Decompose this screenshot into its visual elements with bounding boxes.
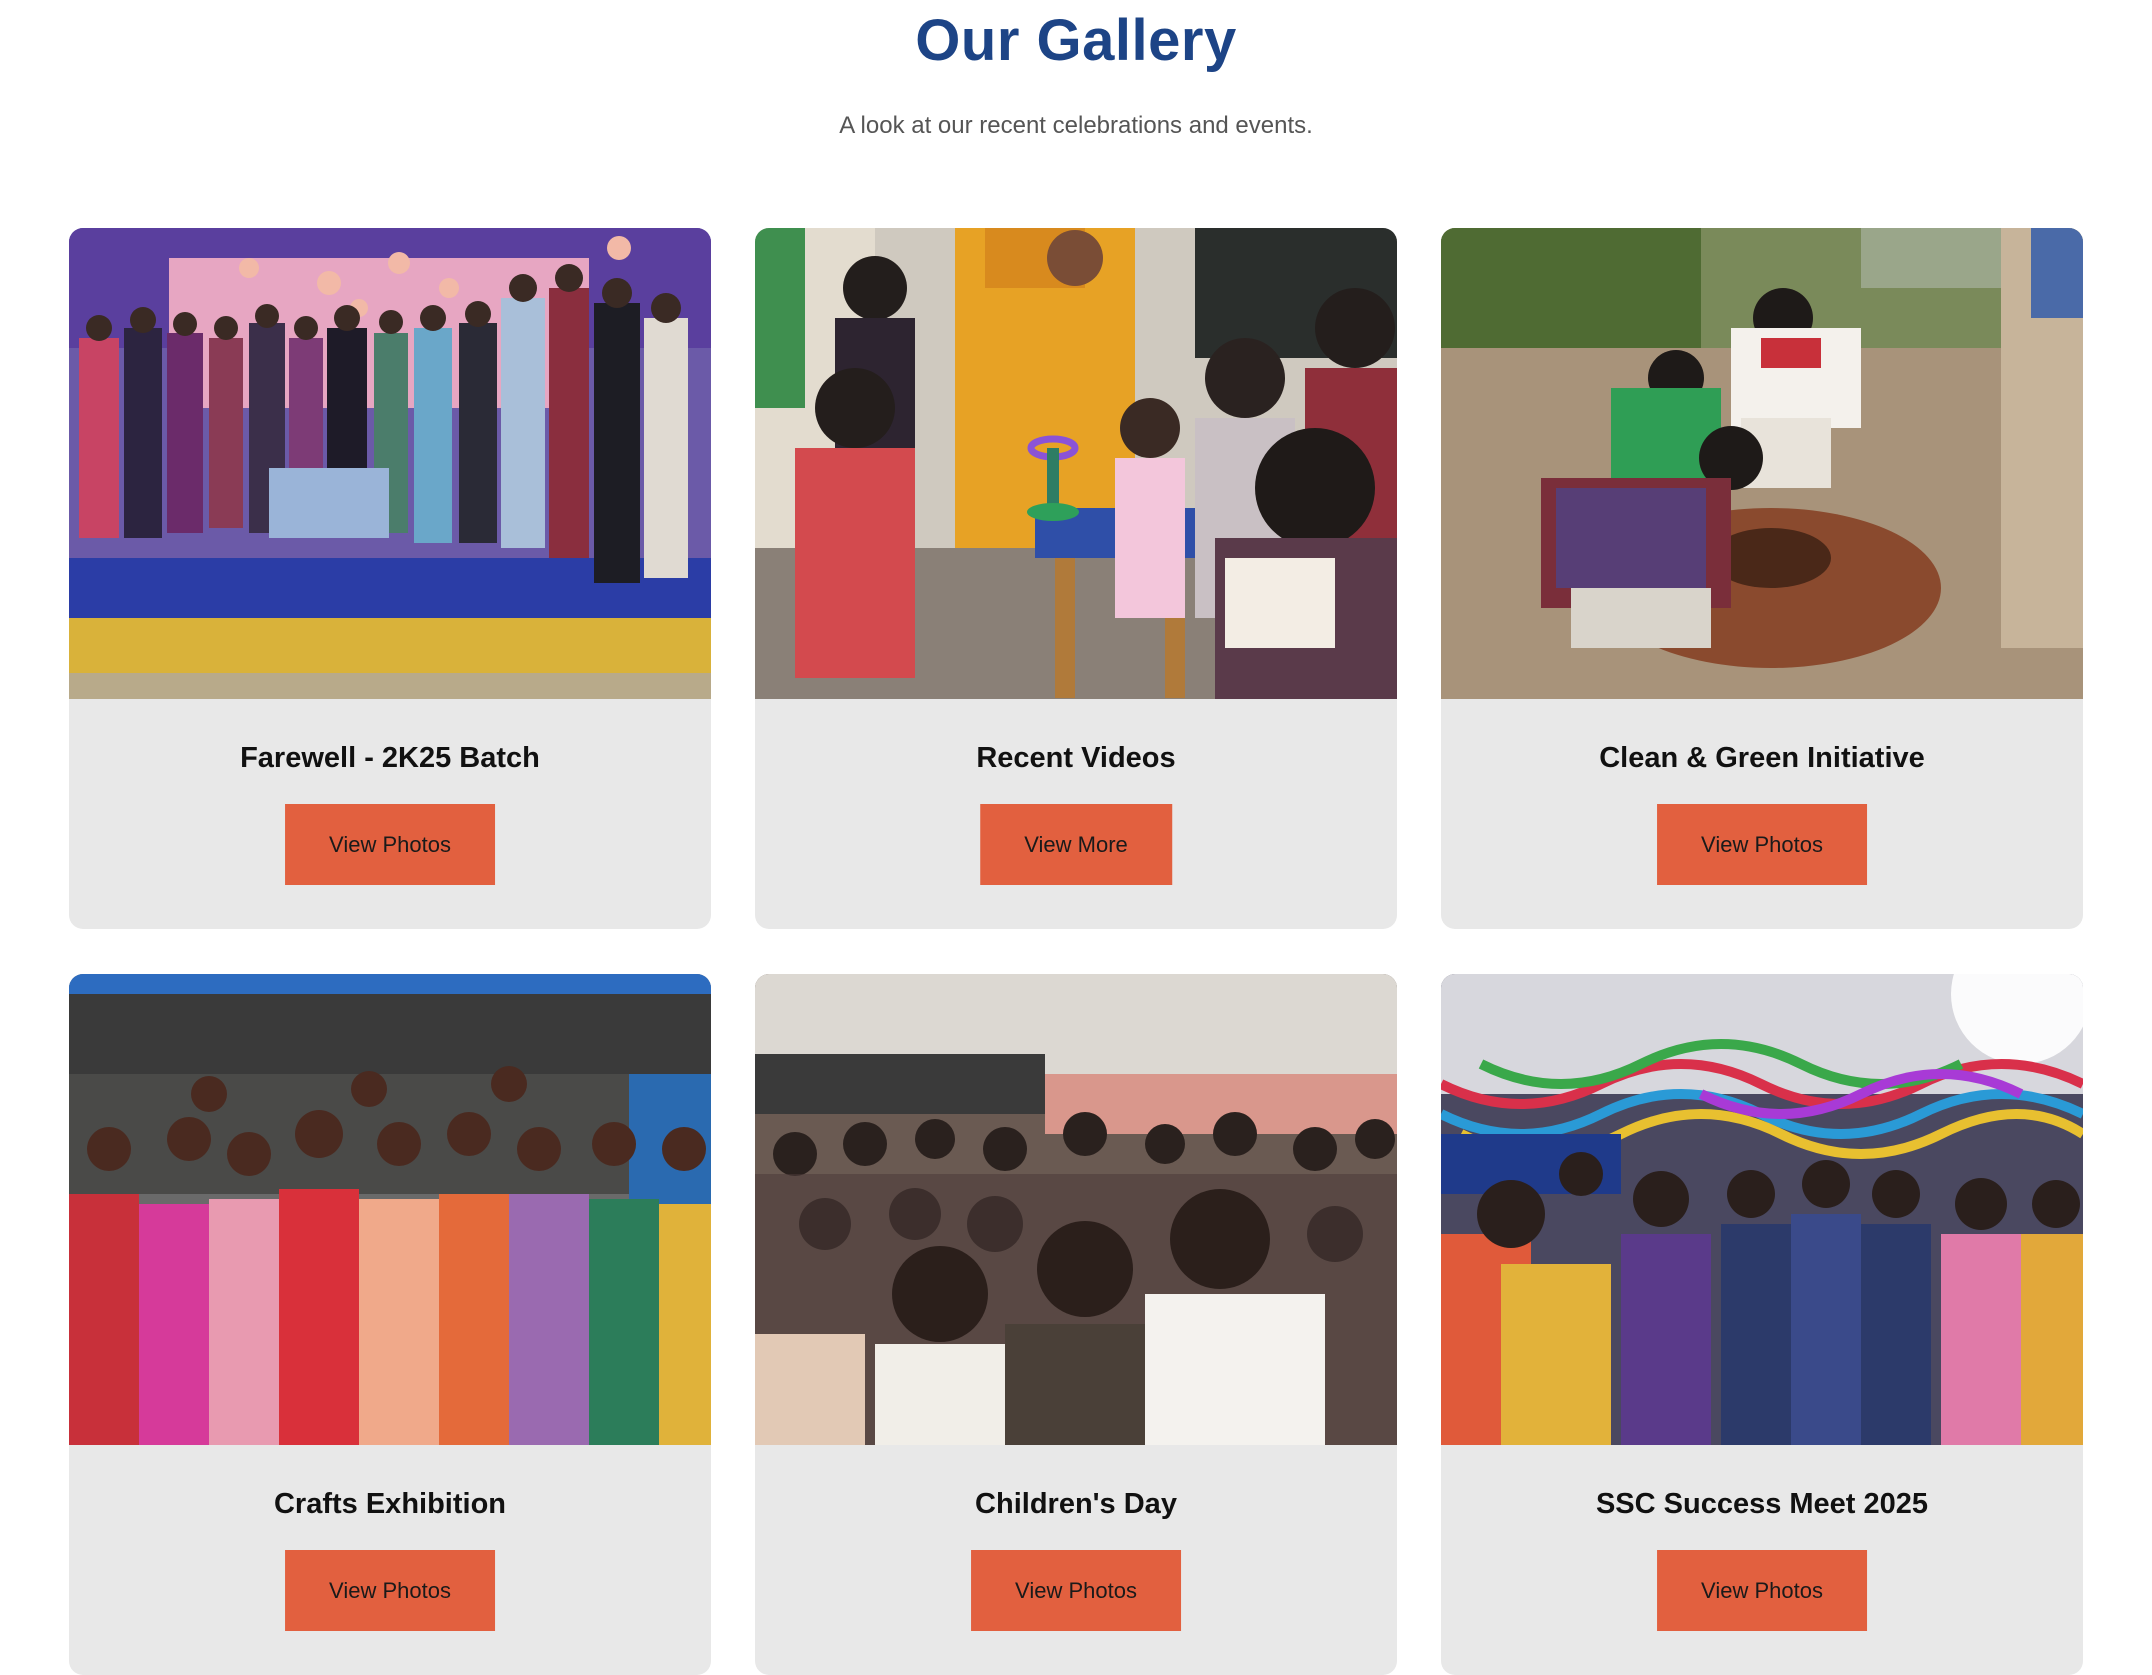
gallery-card-crafts: Crafts Exhibition View Photos: [69, 974, 711, 1675]
ssc-success-photo[interactable]: [1441, 974, 2083, 1445]
card-title: Crafts Exhibition: [273, 1488, 506, 1520]
gallery-grid: Farewell - 2K25 Batch View Photos Recent…: [69, 228, 2083, 1675]
page-title: Our Gallery: [915, 8, 1237, 73]
gallery-card-farewell: Farewell - 2K25 Batch View Photos: [69, 228, 711, 929]
page-subtitle: A look at our recent celebrations and ev…: [839, 112, 1313, 139]
card-title: Children's Day: [975, 1488, 1177, 1520]
recent-videos-photo[interactable]: [755, 228, 1397, 699]
childrens-day-photo[interactable]: [755, 974, 1397, 1445]
gallery-card-ssc-success: SSC Success Meet 2025 View Photos: [1441, 974, 2083, 1675]
view-photos-button[interactable]: View Photos: [971, 1550, 1181, 1631]
view-photos-button[interactable]: View Photos: [285, 804, 495, 885]
card-title: Recent Videos: [976, 742, 1176, 774]
farewell-photo[interactable]: [69, 228, 711, 699]
clean-green-photo[interactable]: [1441, 228, 2083, 699]
view-photos-button[interactable]: View Photos: [285, 1550, 495, 1631]
view-more-button[interactable]: View More: [980, 804, 1172, 885]
card-title: Clean & Green Initiative: [1599, 742, 1925, 774]
gallery-card-childrens-day: Children's Day View Photos: [755, 974, 1397, 1675]
crafts-photo[interactable]: [69, 974, 711, 1445]
card-title: Farewell - 2K25 Batch: [240, 742, 540, 774]
view-photos-button[interactable]: View Photos: [1657, 804, 1867, 885]
gallery-card-recent-videos: Recent Videos View More: [755, 228, 1397, 929]
gallery-card-clean-green: Clean & Green Initiative View Photos: [1441, 228, 2083, 929]
view-photos-button[interactable]: View Photos: [1657, 1550, 1867, 1631]
card-title: SSC Success Meet 2025: [1595, 1488, 1929, 1520]
